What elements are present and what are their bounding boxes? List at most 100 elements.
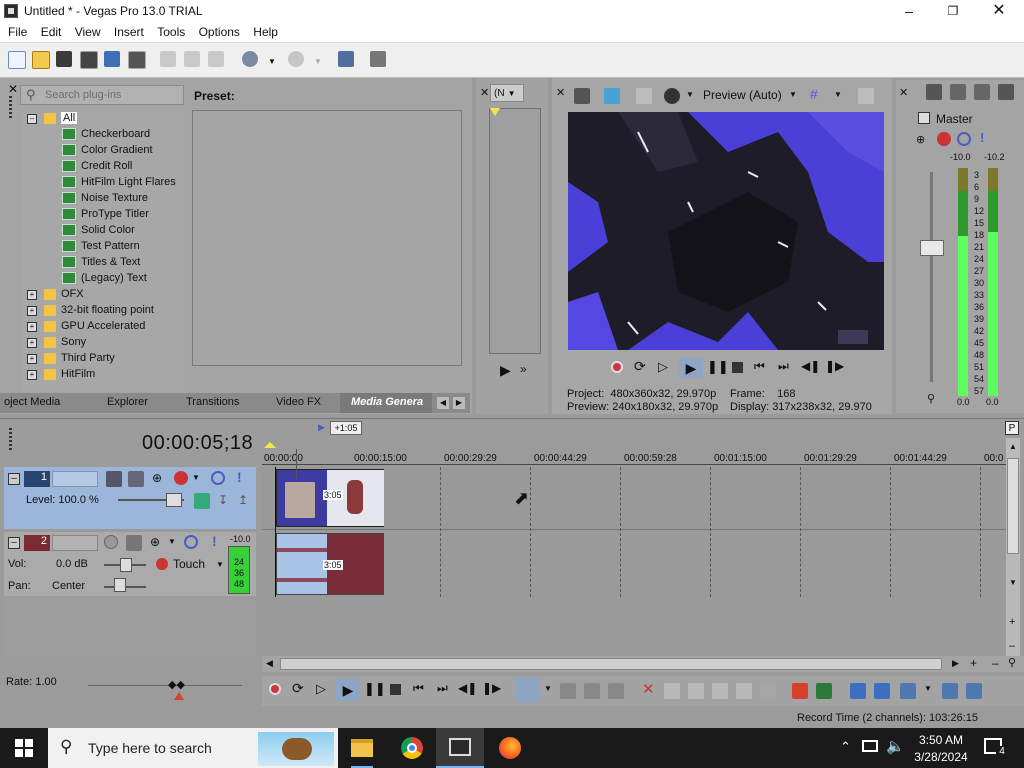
timeline-loop-icon[interactable]: ⟳ xyxy=(292,680,304,697)
firefox-icon[interactable] xyxy=(499,737,521,759)
tree-item-test-pattern[interactable]: Test Pattern xyxy=(62,238,140,254)
tree-item-all[interactable]: All xyxy=(44,110,78,126)
menu-help[interactable]: Help xyxy=(253,22,278,39)
zoom-out-horizontal-icon[interactable]: – xyxy=(992,656,999,670)
tree-item-third-party[interactable]: Third Party xyxy=(44,350,115,366)
tree-item-checkerboard[interactable]: Checkerboard xyxy=(62,126,150,142)
timeline-play-icon[interactable]: ▶ xyxy=(336,679,360,701)
timeline-prev-frame-icon[interactable]: ◀❚ xyxy=(458,681,477,695)
timeline-grip[interactable] xyxy=(9,428,12,450)
properties-icon[interactable] xyxy=(128,51,146,69)
fx-dropdown-icon[interactable]: ▼ xyxy=(686,90,694,99)
trimmer-play-icon[interactable]: ▶ xyxy=(500,362,511,379)
go-to-start-icon[interactable]: ⏮ xyxy=(754,359,765,374)
tab-scroll-left-icon[interactable]: ◀ xyxy=(437,397,449,409)
audio-track-name-input[interactable] xyxy=(52,535,98,551)
master-lock-icon[interactable]: ⚲ xyxy=(927,392,935,405)
save-icon[interactable] xyxy=(56,51,72,67)
collapse-icon[interactable]: – xyxy=(27,114,37,124)
overlays-icon[interactable]: # xyxy=(810,86,818,102)
envelope-tool-icon[interactable] xyxy=(560,683,576,699)
clock-time[interactable]: 3:50 AM xyxy=(913,733,969,747)
lock-icon[interactable] xyxy=(760,683,776,699)
compositing-mode-icon[interactable] xyxy=(128,471,144,487)
post-edit-ripple-icon[interactable] xyxy=(966,683,982,699)
scroll-up-icon[interactable]: ▲ xyxy=(1009,442,1017,451)
downmix-icon[interactable] xyxy=(950,84,966,100)
master-solo-icon[interactable]: ! xyxy=(980,130,984,145)
track-down-icon[interactable]: ↧ xyxy=(218,493,228,507)
expand-icon[interactable]: + xyxy=(27,338,37,348)
vegas-taskbar-active[interactable] xyxy=(436,728,484,768)
track-motion-icon[interactable] xyxy=(106,471,122,487)
scroll-right-icon[interactable]: ▶ xyxy=(952,658,959,669)
minimize-button[interactable]: – xyxy=(886,0,932,22)
preview-quality-dropdown[interactable]: Preview (Auto) xyxy=(703,88,782,102)
menu-file[interactable]: File xyxy=(8,22,27,39)
invert-phase-icon[interactable] xyxy=(126,535,142,551)
master-fader-handle[interactable] xyxy=(920,240,944,256)
track-fx-chain-icon[interactable]: ⊕ xyxy=(152,471,162,485)
menu-options[interactable]: Options xyxy=(199,22,240,39)
overlays-dropdown-icon[interactable]: ▼ xyxy=(834,90,842,99)
undo-icon[interactable] xyxy=(242,51,258,67)
volume-muted-icon[interactable]: 🔈 xyxy=(886,737,905,755)
tab-transitions[interactable]: Transitions xyxy=(186,396,239,408)
menu-insert[interactable]: Insert xyxy=(114,22,144,39)
tab-explorer[interactable]: Explorer xyxy=(107,396,148,408)
master-fx-icon[interactable] xyxy=(937,132,951,146)
vertical-scroll-thumb[interactable] xyxy=(1007,458,1019,554)
master-close-icon[interactable]: ✕ xyxy=(899,86,908,99)
stop-icon[interactable] xyxy=(732,362,743,373)
timeline-next-frame-icon[interactable]: ❚▶ xyxy=(482,681,501,695)
track-collapse-icon[interactable]: – xyxy=(8,473,20,485)
zoom-in-horizontal-icon[interactable]: + xyxy=(970,656,977,670)
tree-item-hitfilm-light-flares[interactable]: HitFilm Light Flares xyxy=(62,174,176,190)
master-properties-icon[interactable] xyxy=(926,84,942,100)
normal-edit-tool-icon[interactable] xyxy=(516,678,540,702)
taskbar-search-box[interactable]: ⚲ Type here to search xyxy=(48,728,338,768)
tree-item-noise-texture[interactable]: Noise Texture xyxy=(62,190,148,206)
expand-icon[interactable]: + xyxy=(27,306,37,316)
menu-view[interactable]: View xyxy=(75,22,101,39)
zoom-out-vertical-icon[interactable]: – xyxy=(1009,640,1015,652)
master-fx-chain-icon[interactable]: ⊕ xyxy=(916,133,925,146)
external-monitor-icon[interactable] xyxy=(604,88,620,104)
undo-dropdown-icon[interactable]: ▼ xyxy=(268,57,276,66)
master-mute-icon[interactable] xyxy=(957,132,971,146)
lock-faders-icon[interactable] xyxy=(998,84,1014,100)
trimmer-view[interactable] xyxy=(489,108,541,354)
show-hidden-icons[interactable]: ⌃ xyxy=(840,739,851,755)
loop-icon[interactable]: ⟳ xyxy=(634,358,646,375)
zoom-edit-tool-icon[interactable] xyxy=(608,683,624,699)
expand-icon[interactable]: + xyxy=(27,370,37,380)
video-level-slider-handle[interactable] xyxy=(166,493,182,507)
expand-icon[interactable]: + xyxy=(27,322,37,332)
selection-tool-icon[interactable] xyxy=(584,683,600,699)
automation-dropdown-icon[interactable]: ▼ xyxy=(216,560,224,569)
track-fx-icon[interactable] xyxy=(174,471,188,485)
track-fx-dropdown-icon[interactable]: ▼ xyxy=(192,473,200,482)
clock-date[interactable]: 3/28/2024 xyxy=(911,750,971,764)
panel-close-icon[interactable]: ✕ xyxy=(8,82,18,96)
quality-dropdown-icon[interactable]: ▼ xyxy=(789,90,797,99)
tree-item-ofx[interactable]: OFX xyxy=(44,286,84,302)
audio-fx-chain-icon[interactable]: ⊕ xyxy=(150,535,160,549)
zoom-in-vertical-icon[interactable]: + xyxy=(1009,616,1015,628)
new-file-icon[interactable] xyxy=(8,51,26,69)
audio-fx-dropdown-icon[interactable]: ▼ xyxy=(168,537,176,546)
menu-tools[interactable]: Tools xyxy=(157,22,185,39)
maximize-button[interactable]: ❐ xyxy=(930,0,976,22)
timeline-empty-area[interactable] xyxy=(262,598,1006,656)
tab-project-media[interactable]: oject Media xyxy=(4,396,60,408)
lock-envelopes-icon[interactable] xyxy=(942,683,958,699)
next-frame-icon[interactable]: ❚▶ xyxy=(825,359,844,373)
tab-video-fx[interactable]: Video FX xyxy=(276,396,321,408)
horizontal-scrollbar[interactable]: ◀ ▶ + – ⚲ xyxy=(262,656,1024,672)
edit-tool-dropdown-icon[interactable]: ▼ xyxy=(544,684,552,693)
go-to-end-icon[interactable]: ⏭ xyxy=(778,359,789,374)
record-icon[interactable] xyxy=(611,361,623,373)
insert-marker-icon[interactable] xyxy=(792,683,808,699)
track-solo-icon[interactable]: ! xyxy=(237,469,242,485)
automation-mode-icon[interactable] xyxy=(156,558,168,570)
